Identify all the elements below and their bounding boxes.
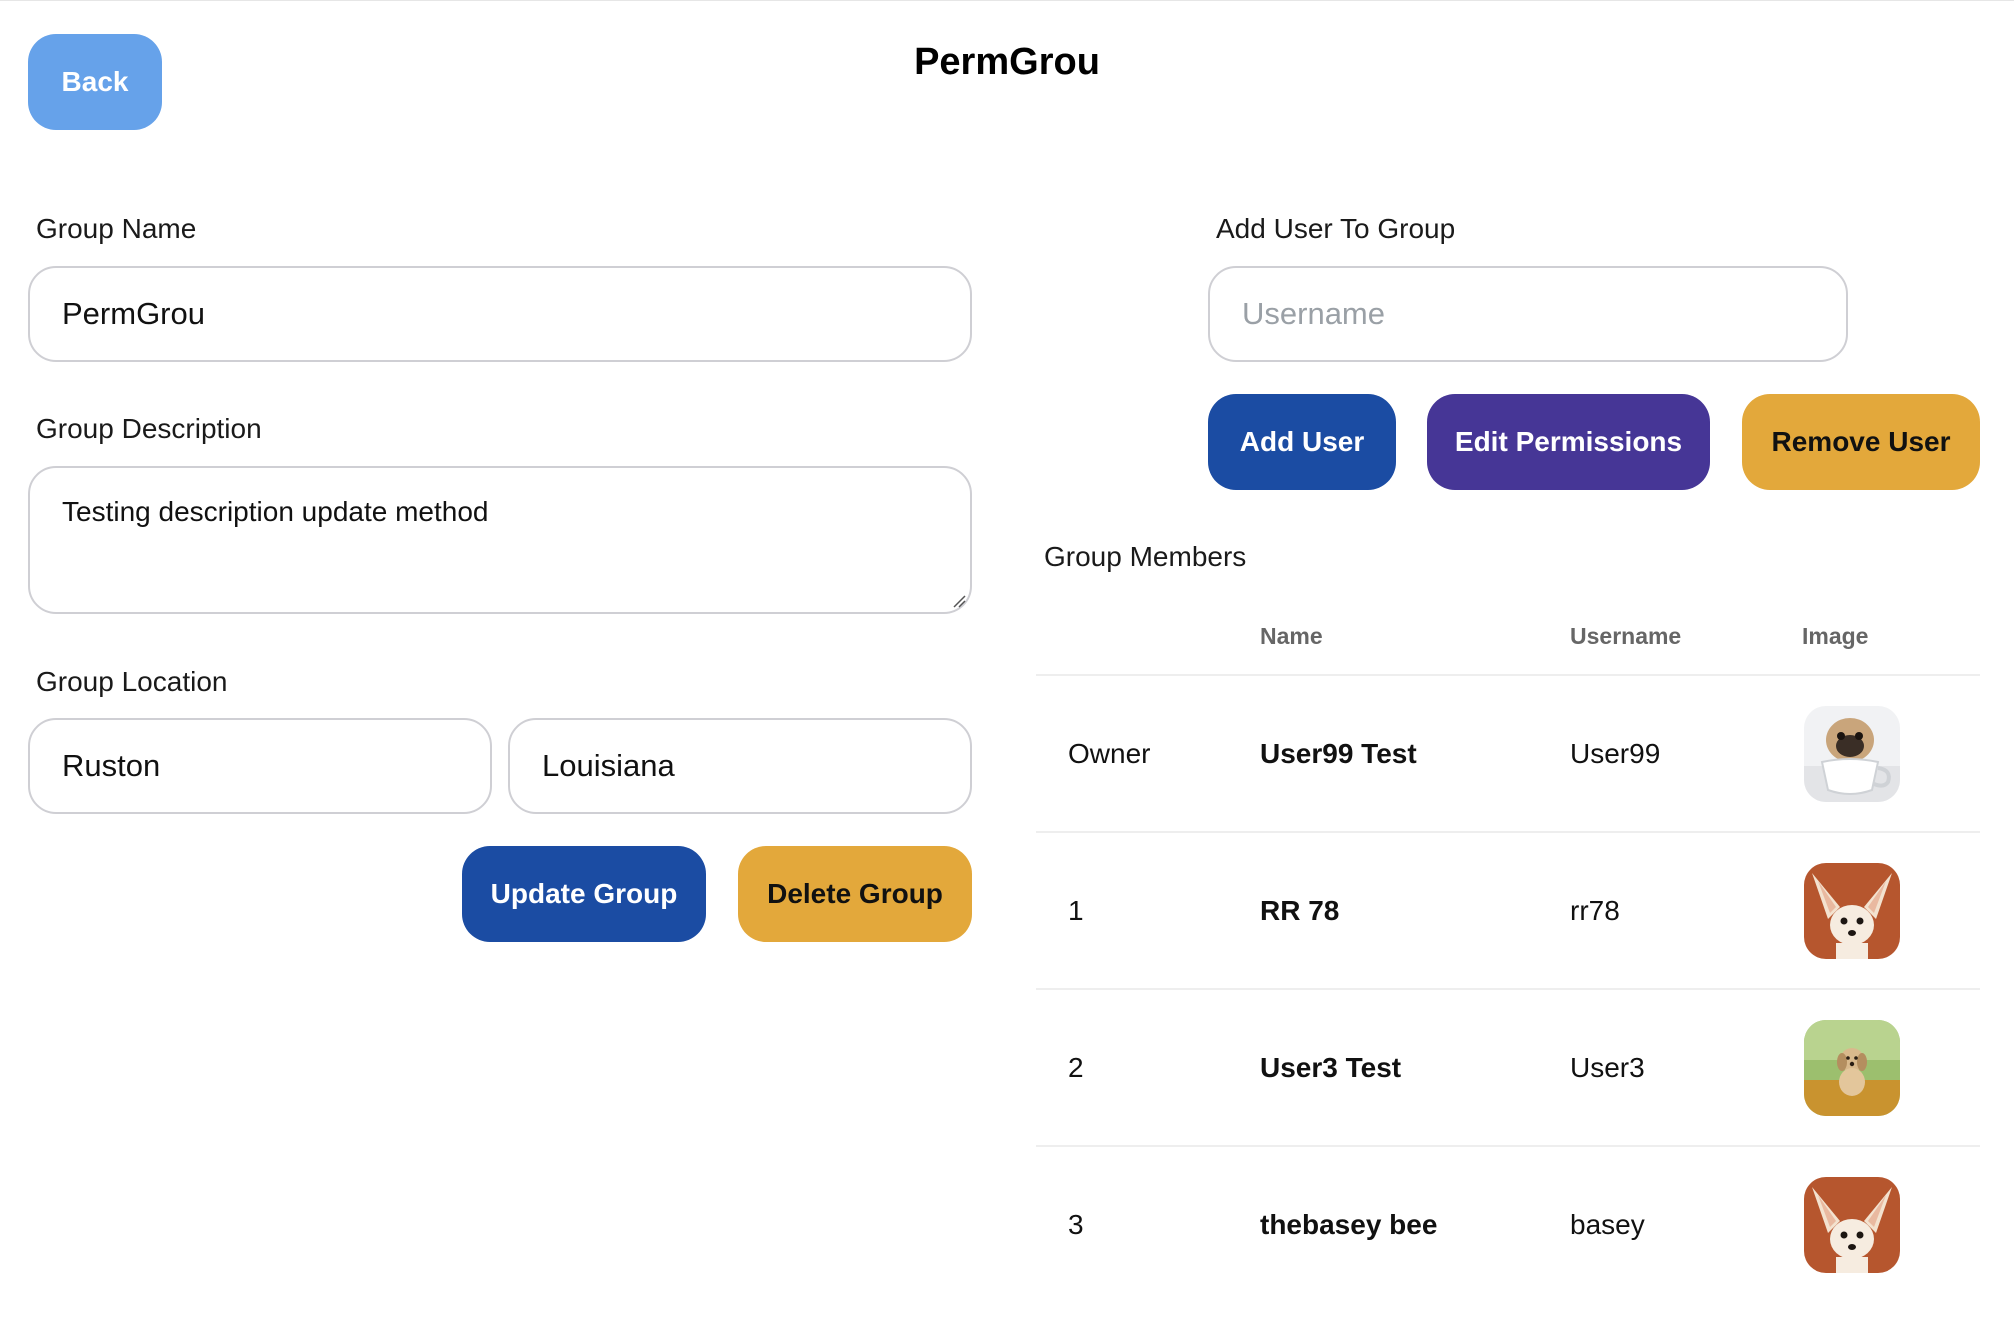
member-username: rr78 [1570,894,1620,926]
avatar [1804,1176,1900,1273]
member-rank: 2 [1068,1051,1084,1083]
delete-group-button[interactable]: Delete Group [738,846,972,942]
group-description-text: Testing description update method [62,496,489,527]
edit-permissions-button[interactable]: Edit Permissions [1427,394,1710,490]
update-group-button[interactable]: Update Group [462,846,706,942]
puppy-in-grass-image [1804,1019,1900,1116]
group-location-label: Group Location [36,666,228,697]
member-rank: Owner [1068,737,1151,769]
add-user-label: Add User To Group [1216,213,1456,244]
avatar [1804,705,1900,802]
group-name-label: Group Name [36,213,197,244]
member-rank: 1 [1068,894,1084,926]
pug-in-teacup-image [1804,705,1900,802]
remove-user-button[interactable]: Remove User [1742,394,1980,490]
resize-handle-icon[interactable] [952,594,966,608]
column-header-name: Name [1260,623,1323,649]
group-members-heading: Group Members [1044,541,1247,572]
fennec-fox-image [1804,862,1900,959]
username-input[interactable]: Username [1208,266,1848,362]
member-name: thebasey bee [1260,1208,1438,1240]
table-row[interactable]: 1 RR 78 rr78 [1036,831,1980,988]
table-row[interactable]: 2 User3 Test User3 [1036,988,1980,1145]
member-name: RR 78 [1260,894,1340,926]
fennec-fox-image [1804,1176,1900,1273]
member-username: basey [1570,1208,1645,1240]
member-rank: 3 [1068,1208,1084,1240]
avatar [1804,862,1900,959]
page-title: PermGrou [914,41,1100,83]
city-input[interactable]: Ruston [28,718,492,814]
member-username: User3 [1570,1051,1645,1083]
add-user-button[interactable]: Add User [1208,394,1396,490]
member-name: User99 Test [1260,737,1417,769]
group-description-textarea[interactable]: Testing description update method [28,466,972,614]
avatar [1804,1019,1900,1116]
group-settings-page: Back PermGrou Group Name PermGrou Group … [0,0,2014,1334]
table-row[interactable]: Owner User99 Test User99 [1036,674,1980,831]
member-username: User99 [1570,737,1661,769]
table-row[interactable]: 3 thebasey bee basey [1036,1145,1980,1302]
column-header-username: Username [1570,623,1682,649]
group-name-input[interactable]: PermGrou [28,266,972,362]
member-name: User3 Test [1260,1051,1402,1083]
state-input[interactable]: Louisiana [508,718,972,814]
group-description-label: Group Description [36,413,262,444]
column-header-image: Image [1802,623,1869,649]
